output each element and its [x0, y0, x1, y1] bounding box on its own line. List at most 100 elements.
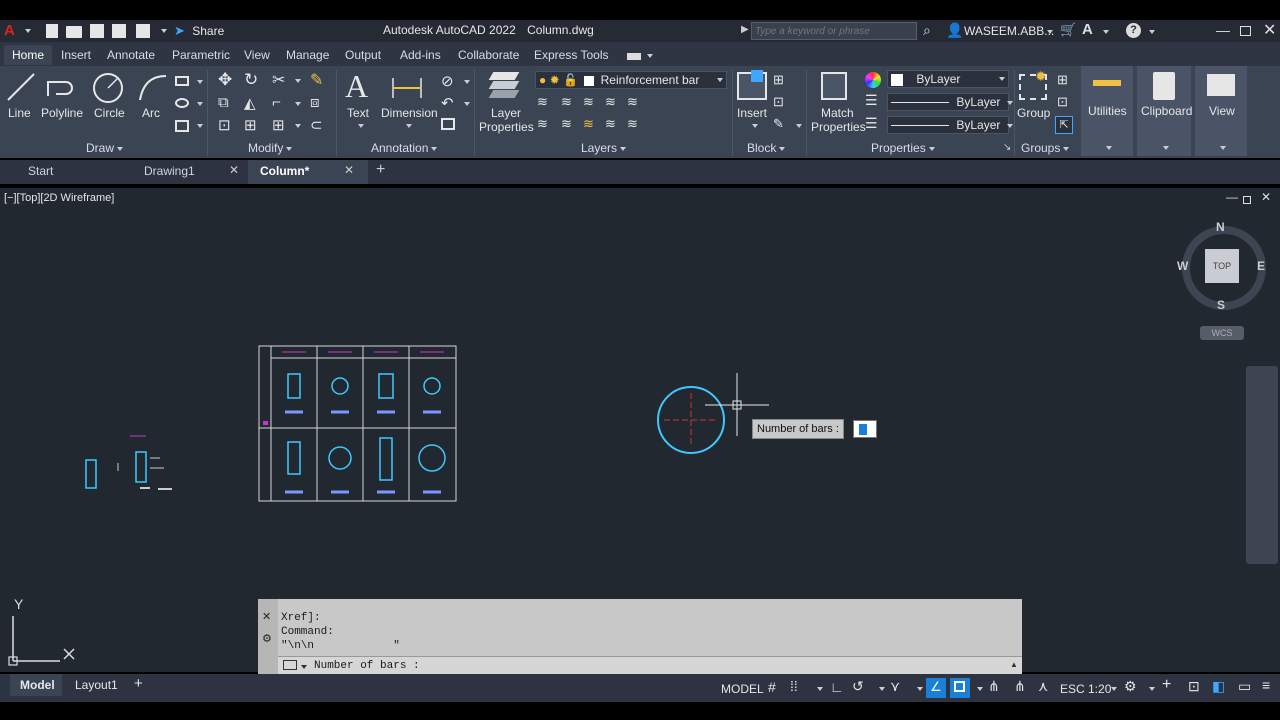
command-input-row[interactable]: Number of bars : ▲: [278, 656, 1022, 675]
search-arrow-icon[interactable]: ▶: [741, 24, 749, 35]
ribbon-display-chevron-icon[interactable]: [647, 54, 653, 58]
layer-tool-3-icon[interactable]: ≋: [583, 94, 594, 110]
insert-block-icon[interactable]: [737, 70, 767, 100]
layout-tab-layout1[interactable]: Layout1: [75, 678, 118, 692]
user-name[interactable]: WASEEM.ABB...: [964, 24, 1054, 38]
close-icon[interactable]: ✕: [1263, 20, 1276, 40]
explode-icon[interactable]: ⧈: [310, 94, 320, 111]
dimension-icon[interactable]: [389, 74, 425, 102]
groups-panel-label[interactable]: Groups: [1021, 141, 1070, 155]
layout-tab-model[interactable]: Model: [20, 678, 55, 692]
dynamic-input-field[interactable]: [853, 420, 877, 438]
lineweight-icon[interactable]: ☰: [865, 92, 878, 109]
layer-tool-4-icon[interactable]: ≋: [605, 94, 616, 110]
stretch-icon[interactable]: ⊡: [218, 116, 231, 134]
region-icon[interactable]: [175, 120, 189, 132]
tab-home[interactable]: Home: [4, 45, 53, 65]
block-panel-label[interactable]: Block: [747, 141, 786, 155]
layer-tool-6-icon[interactable]: ≋: [537, 116, 548, 132]
tab-add-ins[interactable]: Add-ins: [400, 48, 441, 62]
layer-tool-7-icon[interactable]: ≋: [561, 116, 572, 132]
hatch-chevron-icon[interactable]: [197, 102, 203, 106]
move-icon[interactable]: ✥: [218, 70, 232, 90]
user-icon[interactable]: 👤: [946, 22, 963, 39]
create-block-icon[interactable]: ⊞: [773, 72, 784, 88]
region-chevron-icon[interactable]: [197, 124, 203, 128]
polar-icon[interactable]: ↺: [852, 678, 864, 695]
user-chevron-icon[interactable]: [1047, 30, 1053, 34]
lineweight-display-icon[interactable]: ⋔: [988, 678, 1000, 695]
insert-chevron-icon[interactable]: [752, 124, 758, 128]
open-file-icon[interactable]: [66, 26, 82, 38]
tab-insert[interactable]: Insert: [61, 48, 91, 62]
command-line-settings-icon[interactable]: ⚙: [262, 632, 272, 645]
doc-tab-drawing1[interactable]: Drawing1: [144, 164, 195, 178]
layer-tool-8-icon[interactable]: ≋: [583, 116, 594, 132]
polyline-icon[interactable]: [46, 74, 76, 100]
drawing-canvas[interactable]: [−][Top][2D Wireframe] — ✕ TOP N S E W W…: [0, 188, 1280, 675]
color-dropdown[interactable]: ByLayer: [887, 70, 1009, 88]
linetype-dropdown[interactable]: ByLayer: [887, 116, 1013, 134]
insert-button[interactable]: Insert: [737, 106, 767, 120]
group-edit-icon[interactable]: ⊡: [1057, 94, 1068, 110]
trim-chevron-icon[interactable]: [295, 79, 301, 83]
circular-column-section[interactable]: [657, 386, 725, 454]
app-chevron-icon[interactable]: [1103, 30, 1109, 34]
layer-tool-1-icon[interactable]: ≋: [537, 94, 548, 110]
autocad-logo-icon[interactable]: A: [4, 23, 20, 39]
new-tab-icon[interactable]: +: [376, 161, 385, 179]
customization-icon[interactable]: ≡: [1262, 677, 1270, 693]
line-button[interactable]: Line: [8, 106, 31, 120]
layer-properties-label-2[interactable]: Properties: [479, 120, 534, 134]
modify-panel-label[interactable]: Modify: [248, 141, 293, 155]
print-icon[interactable]: [136, 24, 150, 38]
circle-icon[interactable]: [92, 72, 124, 104]
annotation-monitor-icon[interactable]: +: [1162, 676, 1171, 694]
match-properties-label-1[interactable]: Match: [821, 106, 854, 120]
polar-chevron-icon[interactable]: [879, 687, 885, 691]
draw-panel-label[interactable]: Draw: [86, 141, 124, 155]
units-icon[interactable]: ⊡: [1188, 678, 1200, 695]
isodraft-chevron-icon[interactable]: [917, 687, 923, 691]
offset-icon[interactable]: ⊂: [310, 116, 323, 134]
group-icon[interactable]: ✹: [1019, 68, 1047, 100]
help-icon[interactable]: ?: [1126, 23, 1141, 38]
text-icon[interactable]: A: [345, 68, 368, 105]
column-schedule-table[interactable]: [258, 345, 457, 502]
arc-button[interactable]: Arc: [142, 106, 160, 120]
layers-panel-label[interactable]: Layers: [581, 141, 627, 155]
tab-express-tools[interactable]: Express Tools: [534, 48, 608, 62]
ortho-icon[interactable]: ∟: [830, 679, 844, 695]
linetype-icon[interactable]: ☰: [865, 115, 878, 132]
block-attribute-icon[interactable]: ✎: [773, 116, 784, 132]
rectangle-icon[interactable]: [175, 76, 189, 86]
object-snap-chevron-icon[interactable]: [977, 687, 983, 691]
fillet-chevron-icon[interactable]: [295, 102, 301, 106]
column-elevation-detail[interactable]: [85, 435, 172, 490]
command-prompt-icon[interactable]: [283, 660, 297, 670]
annotation-panel-label[interactable]: Annotation: [371, 141, 438, 155]
object-snap-tracking-toggle[interactable]: ∠: [926, 678, 946, 698]
layer-tool-10-icon[interactable]: ≋: [627, 116, 638, 132]
doc-tab-column[interactable]: Column*: [260, 164, 309, 178]
group-button[interactable]: Group: [1017, 106, 1050, 120]
doc-tab-start[interactable]: Start: [28, 164, 53, 178]
dimension-chevron-icon[interactable]: [406, 124, 412, 128]
layer-tool-5-icon[interactable]: ≋: [627, 94, 638, 110]
layer-tool-9-icon[interactable]: ≋: [605, 116, 616, 132]
line-icon[interactable]: [6, 72, 36, 102]
save-icon[interactable]: [90, 24, 104, 38]
rectangle-chevron-icon[interactable]: [197, 80, 203, 84]
save-as-icon[interactable]: [112, 24, 126, 38]
lineweight-dropdown[interactable]: ByLayer: [887, 93, 1013, 111]
erase-icon[interactable]: ✎: [310, 70, 323, 90]
tab-manage[interactable]: Manage: [286, 48, 329, 62]
tab-collaborate[interactable]: Collaborate: [458, 48, 519, 62]
autodesk-app-icon[interactable]: A: [1082, 21, 1093, 38]
quick-properties-icon[interactable]: ◧: [1212, 678, 1225, 695]
search-icon[interactable]: ⌕: [923, 22, 931, 39]
command-line-close-icon[interactable]: ✕: [262, 610, 271, 623]
text-button[interactable]: Text: [347, 106, 369, 120]
grid-icon[interactable]: #: [768, 679, 776, 695]
command-expand-icon[interactable]: ▲: [1010, 660, 1018, 669]
